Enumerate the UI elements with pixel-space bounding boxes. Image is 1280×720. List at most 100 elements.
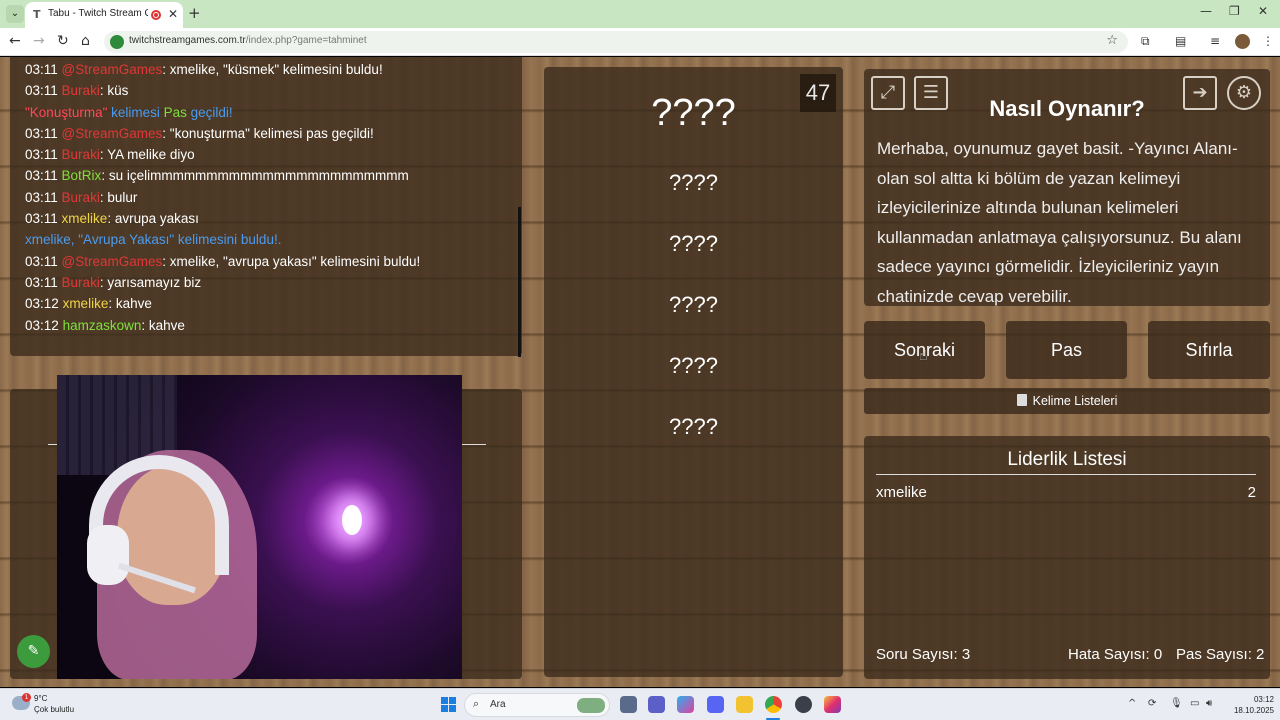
divider [462,444,486,445]
start-button[interactable] [441,697,456,712]
new-tab-button[interactable]: + [188,4,201,22]
taboo-word: ???? [669,292,718,317]
countdown-timer: 47 [800,74,836,112]
teams-icon[interactable] [648,696,665,713]
url-text: twitchstreamgames.com.tr/index.php?game=… [129,35,367,46]
system-clock[interactable]: 03:12 18.10.2025 [1224,694,1274,716]
player-score: 2 [1247,484,1256,501]
chat-username[interactable]: Buraki [62,147,100,162]
instagram-icon[interactable] [824,696,841,713]
edit-icon[interactable]: ✎ [17,635,50,668]
file-explorer-icon[interactable] [736,696,753,713]
chat-message: 03:11 BotRix: su içelimmmmmmmmmmmmmmmmmm… [25,168,409,184]
network-icon[interactable]: ▭ [1190,698,1199,709]
site-info-icon[interactable] [110,35,124,49]
copilot-icon[interactable] [677,696,694,713]
chat-username[interactable]: BotRix [62,168,102,183]
taskbar: 1 9°C Çok bulutlu ⌕ Ara ^ ⟳ 🎙︎ ▭ 🔊︎ 03:1… [0,688,1280,720]
chat-message: 03:11 xmelike: avrupa yakası [25,211,199,227]
tab-close-icon[interactable]: ✕ [168,7,178,21]
pass-count: Pas Sayısı: 2 [1176,646,1265,663]
chat-username[interactable]: Buraki [62,190,100,205]
chat-message: xmelike, "Avrupa Yakası" kelimesini buld… [25,232,282,248]
mouse-cursor-icon: ☝ [919,348,928,364]
chat-log: 03:11 @StreamGames: xmelike, "küsmek" ke… [25,59,522,336]
chat-message: 03:11 @StreamGames: "konuşturma" kelimes… [25,125,374,141]
word-lists-button[interactable]: Kelime Listeleri [864,388,1270,414]
media-control-icon[interactable]: ≡ [1210,34,1220,48]
task-view-icon[interactable] [620,696,637,713]
weather-temp[interactable]: 9°C [34,694,47,703]
chrome-icon[interactable] [765,696,782,713]
search-icon: ⌕ [473,697,480,710]
howto-text: Merhaba, oyunumuz gayet basit. -Yayıncı … [877,139,1242,306]
chat-username[interactable]: @StreamGames [62,126,163,141]
obs-icon[interactable] [795,696,812,713]
chat-message: 03:11 Buraki: küs [25,83,129,99]
profile-avatar[interactable] [1235,34,1250,49]
chat-username[interactable]: hamzaskown [63,318,142,333]
taboo-word: ???? [669,353,718,378]
chat-username[interactable]: xmelike [63,296,109,311]
howto-panel: ⤢ ☰ ➔ ⚙ Nasıl Oynanır? Merhaba, oyunumuz… [864,69,1270,306]
webcam-video [57,375,462,679]
taskbar-search[interactable]: ⌕ Ara [464,693,610,717]
tab-title: Tabu - Twitch Stream Games [48,8,148,19]
main-word: ???? [651,92,736,134]
tab-favicon-icon: T [33,8,41,21]
minimize-button[interactable]: — [1200,4,1212,18]
search-highlight-icon [577,698,605,713]
game-page: 03:11 @StreamGames: xmelike, "küsmek" ke… [0,57,1280,687]
reset-button[interactable]: Sıfırla [1148,321,1270,379]
chat-scrollbar[interactable] [518,207,521,357]
sync-icon[interactable]: ⟳ [1148,698,1156,709]
sidebar-icon[interactable]: ▤ [1175,34,1186,48]
chat-username[interactable]: @StreamGames [62,62,163,77]
volume-icon[interactable]: 🔊︎ [1206,698,1212,709]
tray-chevron-icon[interactable]: ^ [1128,698,1136,709]
chat-username[interactable]: Buraki [62,275,100,290]
chat-message: 03:11 @StreamGames: xmelike, "küsmek" ke… [25,62,383,77]
reload-button[interactable]: ↻ [57,33,69,49]
microphone-icon[interactable]: 🎙︎ [1170,698,1183,709]
tab-bar: ⌄ T Tabu - Twitch Stream Games ✕ + — ❐ ✕ [0,0,1280,28]
discord-icon[interactable] [707,696,724,713]
chat-username[interactable]: @StreamGames [62,254,163,269]
word-card: ???? ???? ???? ???? ???? ???? [544,67,843,677]
howto-title: Nasıl Oynanır? [989,96,1145,121]
chat-username[interactable]: xmelike [62,211,108,226]
bookmark-star-icon[interactable]: ☆ [1106,33,1118,48]
forward-button[interactable]: → [33,33,45,49]
restore-button[interactable]: ❐ [1229,4,1240,18]
chat-panel: 03:11 @StreamGames: xmelike, "küsmek" ke… [10,57,522,356]
question-count: Soru Sayısı: 3 [876,646,971,663]
leaderboard-title: Liderlik Listesi [1007,449,1127,470]
leaderboard-row: xmelike 2 [876,484,1256,501]
home-button[interactable]: ⌂ [81,33,90,49]
back-button[interactable]: ← [9,33,21,49]
player-name: xmelike [876,484,927,501]
leaderboard-panel: Liderlik Listesi xmelike 2 Soru Sayısı: … [864,436,1270,679]
chat-username[interactable]: Buraki [62,83,100,98]
close-window-button[interactable]: ✕ [1258,4,1268,18]
chat-message: 03:11 Buraki: bulur [25,189,138,205]
chat-message: 03:11 Buraki: YA melike diyo [25,147,195,163]
chat-message: 03:12 hamzaskown: kahve [25,317,185,333]
notification-badge: 1 [22,693,31,702]
url-field[interactable]: twitchstreamgames.com.tr/index.php?game=… [104,31,1128,53]
menu-icon[interactable]: ⋮ [1262,34,1274,48]
taboo-word: ???? [669,414,718,439]
search-placeholder: Ara [490,699,506,710]
chat-message: "Konuşturma" kelimesi Pas geçildi! [25,104,233,120]
browser-tab[interactable]: T Tabu - Twitch Stream Games ✕ [25,2,183,28]
divider [876,474,1256,475]
chat-message: 03:11 @StreamGames: xmelike, "avrupa yak… [25,253,421,269]
book-icon [1016,394,1027,406]
extensions-icon[interactable]: ⧉ [1141,34,1150,49]
weather-desc[interactable]: Çok bulutlu [34,705,74,714]
chat-message: 03:12 xmelike: kahve [25,296,152,312]
tab-search-button[interactable]: ⌄ [6,5,24,23]
pass-button[interactable]: Pas [1006,321,1127,379]
recording-icon [151,10,161,20]
chat-message: 03:11 Buraki: yarısamayız biz [25,274,202,290]
